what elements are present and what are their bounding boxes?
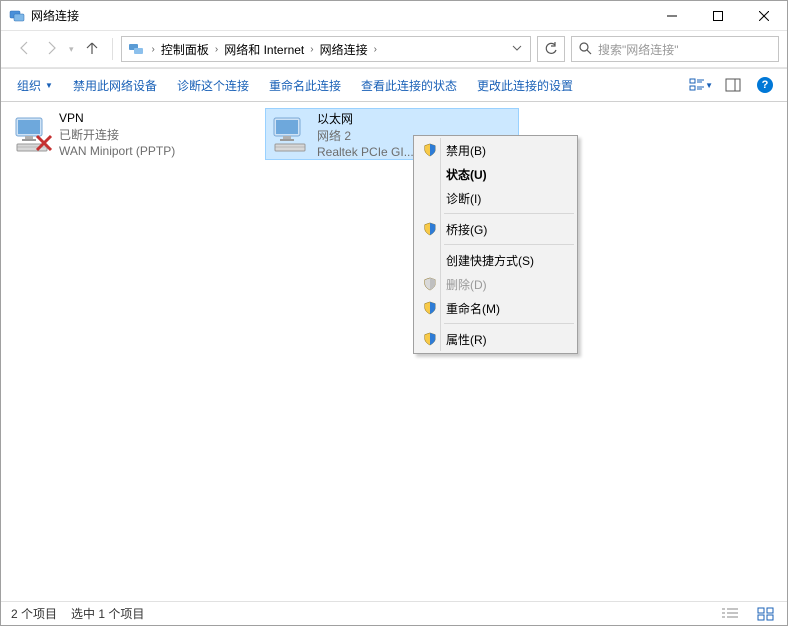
connections-list: VPN已断开连接WAN Miniport (PPTP) 以太网网络 2 Realte… — [7, 108, 781, 160]
view-status-button[interactable]: 查看此连接的状态 — [355, 73, 463, 98]
large-icons-icon — [757, 607, 775, 621]
back-button[interactable] — [17, 40, 33, 59]
context-menu-item[interactable]: 禁用(B) — [416, 138, 575, 162]
minimize-icon — [667, 11, 677, 21]
context-menu-label: 诊断(I) — [446, 190, 481, 207]
search-box[interactable]: 搜索"网络连接" — [571, 36, 779, 62]
network-icon — [9, 8, 25, 24]
change-settings-button[interactable]: 更改此连接的设置 — [471, 73, 579, 98]
shield-icon — [422, 331, 438, 347]
context-menu-separator — [444, 323, 574, 324]
shield-icon — [422, 300, 438, 316]
close-button[interactable] — [741, 1, 787, 31]
breadcrumb-sep[interactable]: › — [211, 44, 222, 55]
title-bar: 网络连接 — [1, 1, 787, 31]
address-dropdown[interactable] — [506, 42, 528, 56]
details-view-button[interactable] — [719, 605, 741, 623]
context-menu-separator — [444, 244, 574, 245]
rename-button[interactable]: 重命名此连接 — [263, 73, 347, 98]
connection-text: VPN已断开连接WAN Miniport (PPTP) — [59, 110, 175, 158]
connection-icon — [9, 110, 57, 158]
context-menu-label: 禁用(B) — [446, 142, 486, 159]
search-icon — [578, 41, 592, 58]
shield-icon — [422, 142, 438, 158]
connection-state: 网络 2 — [317, 127, 414, 143]
close-icon — [759, 11, 769, 21]
preview-pane-button[interactable] — [721, 73, 745, 97]
shield-icon — [422, 221, 438, 237]
breadcrumb[interactable]: 控制面板 — [159, 41, 211, 58]
context-menu-item[interactable]: 桥接(G) — [416, 217, 575, 241]
context-menu-label: 创建快捷方式(S) — [446, 252, 534, 269]
help-icon: ? — [757, 77, 773, 93]
context-menu-label: 删除(D) — [446, 276, 487, 293]
connection-state: 已断开连接 — [59, 126, 175, 143]
window-title: 网络连接 — [31, 7, 649, 24]
nav-arrows: ▾ — [9, 40, 106, 59]
address-box[interactable]: › 控制面板 › 网络和 Internet › 网络连接 › — [121, 36, 531, 62]
address-row: ▾ › 控制面板 › 网络和 Internet › 网络连接 › 搜索"网络连接… — [1, 31, 787, 67]
context-menu-label: 桥接(G) — [446, 221, 487, 238]
recent-dropdown[interactable]: ▾ — [69, 44, 74, 55]
organize-button[interactable]: 组织▼ — [11, 73, 59, 98]
help-button[interactable]: ? — [753, 77, 777, 93]
minimize-button[interactable] — [649, 1, 695, 31]
breadcrumb[interactable]: 网络和 Internet — [222, 41, 306, 58]
context-menu-label: 重命名(M) — [446, 300, 500, 317]
connection-name: VPN — [59, 111, 175, 125]
context-menu-item[interactable]: 重命名(M) — [416, 296, 575, 320]
context-menu: 禁用(B) 状态(U) 诊断(I) 桥接(G) 创建快捷方式(S) 删除(D) 重命名(M)… — [413, 135, 578, 354]
context-menu-item: 删除(D) — [416, 272, 575, 296]
content-area[interactable]: VPN已断开连接WAN Miniport (PPTP) 以太网网络 2 Realte… — [1, 102, 787, 601]
diagnose-button[interactable]: 诊断这个连接 — [171, 73, 255, 98]
location-icon — [128, 41, 144, 57]
refresh-button[interactable] — [537, 36, 565, 62]
details-view-icon — [721, 607, 739, 621]
shield-icon — [422, 276, 438, 292]
forward-button[interactable] — [43, 40, 59, 59]
search-placeholder: 搜索"网络连接" — [598, 41, 679, 58]
status-bar: 2 个项目 选中 1 个项目 — [1, 601, 787, 625]
context-menu-item[interactable]: 属性(R) — [416, 327, 575, 351]
preview-pane-icon — [725, 77, 741, 93]
large-icons-view-button[interactable] — [755, 605, 777, 623]
context-menu-item[interactable]: 诊断(I) — [416, 186, 575, 210]
up-button[interactable] — [84, 40, 100, 59]
connection-device: WAN Miniport (PPTP) — [59, 144, 175, 158]
breadcrumb-sep[interactable]: › — [306, 44, 317, 55]
command-bar: 组织▼ 禁用此网络设备 诊断这个连接 重命名此连接 查看此连接的状态 更改此连接… — [1, 68, 787, 102]
connection-text: 以太网网络 2 Realtek PCIe GI... — [317, 110, 414, 158]
selection-count: 选中 1 个项目 — [71, 605, 144, 622]
context-menu-item[interactable]: 创建快捷方式(S) — [416, 248, 575, 272]
maximize-icon — [713, 11, 723, 21]
breadcrumb[interactable]: 网络连接 — [318, 41, 370, 58]
connection-item[interactable]: VPN已断开连接WAN Miniport (PPTP) — [7, 108, 261, 160]
view-mode-button[interactable]: ▼ — [689, 73, 713, 97]
item-count: 2 个项目 — [11, 605, 57, 622]
window-controls — [649, 1, 787, 31]
connection-icon — [267, 110, 315, 158]
context-menu-label: 属性(R) — [446, 331, 487, 348]
disable-device-button[interactable]: 禁用此网络设备 — [67, 73, 163, 98]
breadcrumb-sep[interactable]: › — [148, 44, 159, 55]
context-menu-separator — [444, 213, 574, 214]
refresh-icon — [544, 42, 558, 56]
maximize-button[interactable] — [695, 1, 741, 31]
breadcrumb-sep[interactable]: › — [370, 44, 381, 55]
divider — [112, 38, 113, 60]
context-menu-label: 状态(U) — [446, 166, 487, 183]
tiles-view-icon — [689, 77, 704, 93]
context-menu-item[interactable]: 状态(U) — [416, 162, 575, 186]
connection-name: 以太网 — [317, 110, 414, 126]
connection-device: Realtek PCIe GI... — [317, 145, 414, 158]
